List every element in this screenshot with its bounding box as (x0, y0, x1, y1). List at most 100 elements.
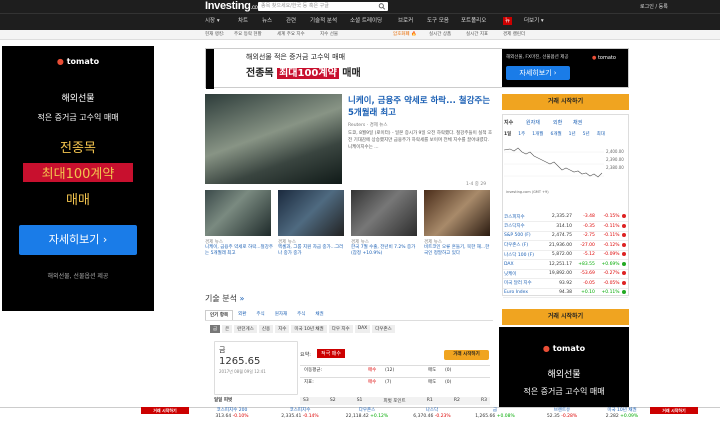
top-ad-banner[interactable]: 해외선물 적은 증거금 고수익 매매 전종목 최대100계약 매매 해외선물, … (205, 48, 629, 89)
news-thumb-image[interactable] (205, 190, 271, 236)
login-link[interactable]: 로그인 / 등록 (640, 3, 668, 10)
nav-social[interactable]: 소셜 트레이딩 (350, 17, 382, 25)
quote-row[interactable]: 다우존스 (F) 21,936.00 -27.00 -0.12% (503, 240, 628, 251)
range-5y[interactable]: 5년 (583, 131, 590, 137)
subnav-calendar[interactable]: 경제 캘린더 (503, 31, 525, 39)
index-line-chart[interactable] (504, 140, 604, 188)
market-tab-bonds[interactable]: 채권 (573, 119, 582, 126)
news-thumb-item[interactable]: 경제 뉴스 비트코인 오류 흔들기, 북한 해...한국인 정말하고 있다 (424, 239, 492, 257)
quote-name[interactable]: DAX (503, 259, 543, 270)
quote-name[interactable]: S&P 500 (F) (503, 231, 543, 241)
ticker-item[interactable]: 코스피지수 2,335.41 -0.14% (268, 408, 332, 426)
quote-row[interactable]: 코스피지수 2,335.27 -3.48 -0.15% (503, 212, 628, 222)
range-max[interactable]: 최대 (597, 131, 605, 137)
quote-pct: -0.09% (595, 250, 621, 260)
nav-tools[interactable]: 도구 모음 (427, 17, 449, 25)
quote-row[interactable]: S&P 500 (F) 2,474.75 -2.75 -0.11% (503, 231, 628, 241)
ticker-item[interactable]: 다우존스 22,118.42 +0.12% (335, 408, 399, 426)
asset-tab[interactable]: 런던게스 (234, 325, 257, 333)
asset-tab[interactable]: 다우존스 (372, 325, 395, 333)
news-thumb-item[interactable]: 경제 뉴스 한국 7월 수출, 전년비 7.2% 증가 (잠정 +10.9%) (351, 239, 419, 257)
news-thumb-image[interactable] (351, 190, 417, 236)
market-tab-indices[interactable]: 지수 (504, 119, 513, 126)
market-tab-commodities[interactable]: 원자재 (526, 119, 540, 126)
tech-trade-button[interactable]: 거래 시작하기 (444, 350, 489, 360)
quote-name[interactable]: 닛케이 (503, 269, 543, 279)
search-icon[interactable] (378, 3, 386, 10)
range-1w[interactable]: 1주 (518, 131, 525, 137)
asset-tab[interactable]: 다우 지수 (328, 325, 353, 333)
nav-new[interactable]: 뉴 (503, 17, 513, 25)
ad-line1: 해외선물 (547, 370, 581, 380)
nav-markets[interactable]: 시장 ▾ (205, 17, 220, 25)
left-ad-banner[interactable]: ● tomato 해외선물 적은 증거금 고수익 매매 전종목 최대100계약 … (2, 46, 154, 311)
asset-tab[interactable]: 은 (222, 325, 233, 333)
nav-charts[interactable]: 차트 (238, 17, 248, 25)
news-thumb-image[interactable] (424, 190, 490, 236)
news-main-image[interactable] (205, 94, 342, 184)
quote-name[interactable]: 코스닥지수 (503, 221, 543, 232)
tech-tab-bonds[interactable]: 채권 (310, 310, 328, 320)
ticker-trade-button-right[interactable]: 거래 시작하기 (650, 407, 698, 414)
news-thumb-image[interactable] (278, 190, 344, 236)
subnav-indicators[interactable]: 실시간 지표 (466, 31, 488, 39)
nav-related[interactable]: 관련 (286, 17, 296, 25)
news-main-title[interactable]: 니케이, 금융주 약세로 하락... 철강주는 5개월래 최고 (348, 95, 493, 119)
asset-tab[interactable]: 신용 (258, 325, 274, 333)
nav-technical[interactable]: 기술적 분석 (310, 17, 337, 25)
subnav-commodities[interactable]: 실시간 상품 (429, 31, 451, 39)
subnav-movers[interactable]: 주요 등락 현황 (234, 31, 262, 39)
nav-more[interactable]: 더보기 ▾ (524, 17, 544, 25)
ticker-item[interactable]: 미국 10년 채권 2.282 +0.09% (590, 408, 654, 426)
ticker-trade-button-left[interactable]: 거래 시작하기 (141, 407, 189, 414)
quote-name[interactable]: 미국 달러 지수 (503, 278, 543, 289)
quote-name[interactable]: 나스닥 100 (F) (503, 250, 543, 260)
asset-tab[interactable]: 금 (210, 325, 221, 333)
market-trade-button[interactable]: 거래 시작하기 (502, 94, 629, 110)
ad-details-button[interactable]: 자세히보기 › (19, 225, 137, 255)
quote-name[interactable]: Euro Index (503, 288, 543, 298)
quote-change: +83.55 (572, 259, 596, 270)
quote-name[interactable]: 코스피지수 (503, 212, 543, 222)
nav-brokers[interactable]: 브로커 (398, 17, 413, 25)
tech-tab-stocks[interactable]: 주식 (251, 310, 269, 320)
nav-portfolio[interactable]: 포트폴리오 (461, 17, 486, 25)
ticker-item[interactable]: 코스피지수 200 313.64 -0.10% (200, 408, 264, 426)
top-ad-button[interactable]: 자세히보기 › (506, 66, 570, 80)
site-logo[interactable]: Investing.com (205, 0, 263, 12)
tech-title[interactable]: 기술 분석 » (205, 293, 244, 304)
quote-status-dot (620, 250, 628, 260)
market-trade-button-2[interactable]: 거래 시작하기 (502, 309, 629, 325)
quote-row[interactable]: 코스닥지수 314.10 -0.35 -0.11% (503, 221, 628, 232)
quote-row[interactable]: 닛케이 19,892.00 -53.69 -0.27% (503, 269, 628, 279)
tech-tab-popular[interactable]: 인기 항목 (205, 310, 234, 320)
news-thumb-item[interactable]: 경제 뉴스 엑셀과, 그룹 지원 자금 중가...그러나 중가 중가 (278, 239, 346, 257)
asset-tab[interactable]: 미국 10년 채권 (291, 325, 327, 333)
subnav-crypto[interactable]: 암호화폐 🔥 (393, 31, 417, 39)
ticker-item[interactable]: 브렌트유 52.35 -0.28% (530, 408, 594, 426)
quote-name[interactable]: 다우존스 (F) (503, 240, 543, 251)
tech-tab-commodities[interactable]: 원자재 (270, 310, 292, 320)
chart-y-axis: 2,400.00 2,390.00 2,380.00 (606, 149, 624, 170)
range-1y[interactable]: 1년 (569, 131, 576, 137)
quote-row[interactable]: DAX 12,251.17 +83.55 +0.69% (503, 259, 628, 270)
asset-tab[interactable]: 지수 (275, 325, 290, 333)
quote-row[interactable]: Euro Index 94.38 +0.10 +0.11% (503, 288, 628, 298)
quote-row[interactable]: 미국 달러 지수 93.92 -0.05 -0.05% (503, 278, 628, 289)
quote-row[interactable]: 나스닥 100 (F) 5,872.00 -5.12 -0.09% (503, 250, 628, 260)
subnav-indices[interactable]: 세계 주요 지수 (277, 31, 305, 39)
range-1d[interactable]: 1일 (504, 131, 511, 137)
search-input[interactable]: 종목 찾으세요/한국 등 혹은 구글 (258, 2, 388, 11)
ticker-item[interactable]: 금 1,265.66 +0.08% (463, 408, 527, 426)
range-6m[interactable]: 6개월 (550, 131, 561, 137)
asset-price: 1265.65 (219, 356, 261, 367)
subnav-futures[interactable]: 지수 선물 (320, 31, 338, 39)
news-thumb-item[interactable]: 경제 뉴스 니케이, 금융주 약세로 하락...철강주는 5개월래 최고 (205, 239, 273, 257)
ticker-item[interactable]: 나스닥 6,370.46 -0.23% (400, 408, 464, 426)
market-tab-forex[interactable]: 외환 (553, 119, 562, 126)
asset-tab[interactable]: DAX (354, 325, 371, 333)
tech-tab-indices[interactable]: 주식 (292, 310, 310, 320)
range-1m[interactable]: 1개월 (532, 131, 543, 137)
tech-tab-forex[interactable]: 외환 (233, 310, 251, 320)
nav-news[interactable]: 뉴스 (262, 17, 272, 25)
